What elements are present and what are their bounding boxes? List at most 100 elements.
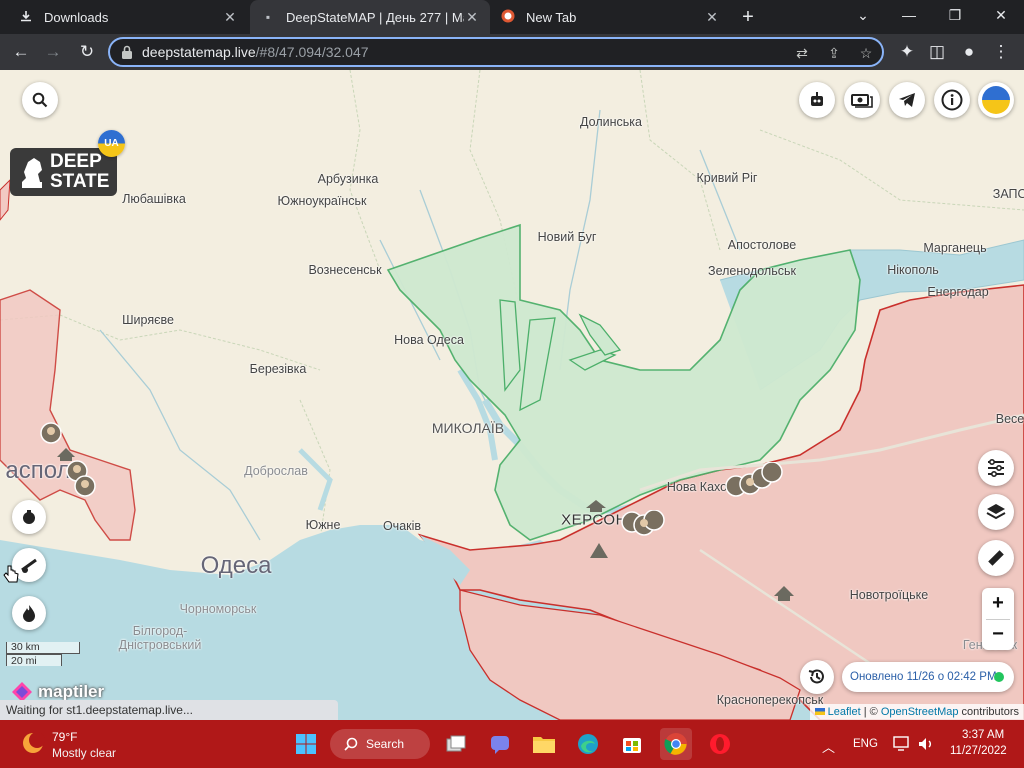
search-icon — [32, 92, 48, 108]
tab-deepstatemap[interactable]: ▪ DeepStateMAP | День 277 | Мап ✕ — [250, 0, 490, 34]
place-label: Новий Буг — [537, 230, 597, 244]
forward-button[interactable]: → — [40, 39, 66, 65]
place-label: Доброслав — [244, 464, 308, 478]
restore-button[interactable]: ❐ — [932, 0, 978, 30]
leaflet-link[interactable]: Leaflet — [828, 706, 861, 718]
cannon-icon — [21, 558, 37, 573]
tab-search-icon[interactable]: ⌄ — [840, 0, 886, 30]
chrome-menu-icon[interactable]: ⋮ — [988, 39, 1014, 65]
close-window-button[interactable]: ✕ — [978, 0, 1024, 30]
show-hidden-icons[interactable]: ︿ — [822, 737, 835, 756]
zoom-in-button[interactable]: + — [982, 588, 1014, 619]
attribution-tail: contributors — [958, 706, 1019, 718]
donate-button[interactable] — [844, 82, 880, 118]
place-label: Енергодар — [927, 285, 989, 299]
place-label: Новотроїцьке — [849, 588, 929, 602]
close-tab-icon[interactable]: ✕ — [222, 9, 238, 26]
volume-icon[interactable] — [917, 736, 935, 752]
place-label: Южне — [305, 518, 341, 532]
zoom-control: + − — [982, 588, 1014, 650]
place-label: Весе — [995, 412, 1024, 426]
filters-button[interactable] — [978, 450, 1014, 486]
store-icon — [623, 738, 641, 753]
bot-button[interactable] — [799, 82, 835, 118]
task-view-icon — [446, 735, 466, 752]
layers-button[interactable] — [978, 494, 1014, 530]
opera-icon — [710, 734, 730, 754]
windows-taskbar: 79°F Mostly clear Search ︿ ENG 3:37 AM 1… — [0, 720, 1024, 768]
close-tab-icon[interactable]: ✕ — [704, 9, 720, 26]
weather-temperature[interactable]: 79°F — [52, 730, 77, 744]
maptiler-text: maptiler — [38, 682, 105, 701]
military-unit-cluster-icon[interactable] — [724, 462, 784, 502]
explosions-layer-button[interactable] — [12, 500, 46, 534]
aircraft-icon[interactable] — [772, 584, 796, 606]
military-unit-icon[interactable] — [74, 475, 96, 497]
deepstate-favicon: ▪ — [265, 10, 271, 24]
military-base-icon[interactable] — [588, 540, 610, 560]
language-ua-button[interactable] — [978, 82, 1014, 118]
zoom-divider — [986, 619, 1010, 620]
taskbar-search[interactable]: Search — [330, 729, 430, 759]
money-icon — [851, 94, 873, 108]
info-button[interactable] — [934, 82, 970, 118]
duckduckgo-icon — [500, 9, 516, 26]
last-updated-pill[interactable]: Оновлено 11/26 о 02:42 PM — [842, 662, 1014, 692]
share-icon[interactable]: ⇪ — [824, 43, 844, 63]
osm-link[interactable]: OpenStreetMap — [881, 706, 959, 718]
edge-button[interactable] — [572, 728, 604, 760]
tab-title: New Tab — [526, 9, 577, 25]
windows-icon — [296, 734, 316, 754]
history-button[interactable] — [800, 660, 834, 694]
new-tab-button[interactable]: + — [736, 5, 760, 29]
military-unit-icon[interactable] — [40, 422, 62, 444]
reload-button[interactable]: ↻ — [74, 39, 100, 65]
zoom-out-button[interactable]: − — [982, 619, 1014, 650]
network-icon[interactable] — [893, 736, 911, 752]
lock-icon — [122, 45, 132, 59]
back-button[interactable]: ← — [8, 39, 34, 65]
search-button[interactable] — [22, 82, 58, 118]
profile-avatar[interactable]: ● — [956, 39, 982, 65]
ukraine-flag-icon — [814, 708, 825, 715]
start-button[interactable] — [290, 728, 322, 760]
file-explorer-button[interactable] — [528, 728, 560, 760]
tab-downloads[interactable]: Downloads ✕ — [8, 0, 248, 34]
minimize-button[interactable]: — — [886, 0, 932, 30]
place-label: Березівка — [249, 362, 307, 376]
chrome-icon — [664, 733, 687, 755]
clock-time[interactable]: 3:37 AM — [962, 729, 1004, 741]
url-domain: deepstatemap.live — [142, 44, 256, 60]
opera-button[interactable] — [704, 728, 736, 760]
aircraft-icon[interactable] — [584, 498, 608, 516]
fire-layer-button[interactable] — [12, 596, 46, 630]
measure-button[interactable] — [978, 540, 1014, 576]
teams-chat-button[interactable] — [484, 728, 516, 760]
translate-icon[interactable]: ⇄ — [792, 43, 812, 63]
ua-badge: UA — [98, 130, 125, 157]
military-unit-cluster-icon[interactable] — [620, 510, 666, 540]
tab-new-tab[interactable]: New Tab ✕ — [490, 0, 730, 34]
side-panel-icon[interactable]: ◫ — [924, 39, 950, 65]
telegram-button[interactable] — [889, 82, 925, 118]
place-label: ЗАПО — [992, 187, 1024, 201]
deepstate-logo[interactable]: DEEP STATE — [10, 148, 117, 196]
address-bar[interactable]: deepstatemap.live/#8/47.094/32.047 ⇄ ⇪ ☆ — [108, 37, 884, 67]
clock-date[interactable]: 11/27/2022 — [950, 745, 1007, 757]
browser-toolbar: ← → ↻ deepstatemap.live/#8/47.094/32.047… — [0, 34, 1024, 70]
knight-chess-icon — [22, 158, 42, 188]
task-view-button[interactable] — [440, 728, 472, 760]
place-label: Очаків — [382, 519, 422, 533]
chrome-button[interactable] — [660, 728, 692, 760]
weather-description[interactable]: Mostly clear — [52, 746, 116, 760]
bookmark-star-icon[interactable]: ☆ — [856, 43, 876, 63]
store-button[interactable] — [616, 728, 648, 760]
map-base-layer — [0, 70, 1024, 720]
moon-weather-icon[interactable] — [20, 730, 46, 756]
extensions-icon[interactable]: ✦ — [894, 39, 920, 65]
close-tab-icon[interactable]: ✕ — [464, 9, 480, 26]
language-indicator[interactable]: ENG — [853, 738, 878, 750]
place-label: Марганець — [923, 241, 987, 255]
map-view[interactable]: Долинська Арбузинка Кривий Ріг ЗАПО Люба… — [0, 70, 1024, 720]
url-text: deepstatemap.live/#8/47.094/32.047 — [142, 44, 369, 60]
